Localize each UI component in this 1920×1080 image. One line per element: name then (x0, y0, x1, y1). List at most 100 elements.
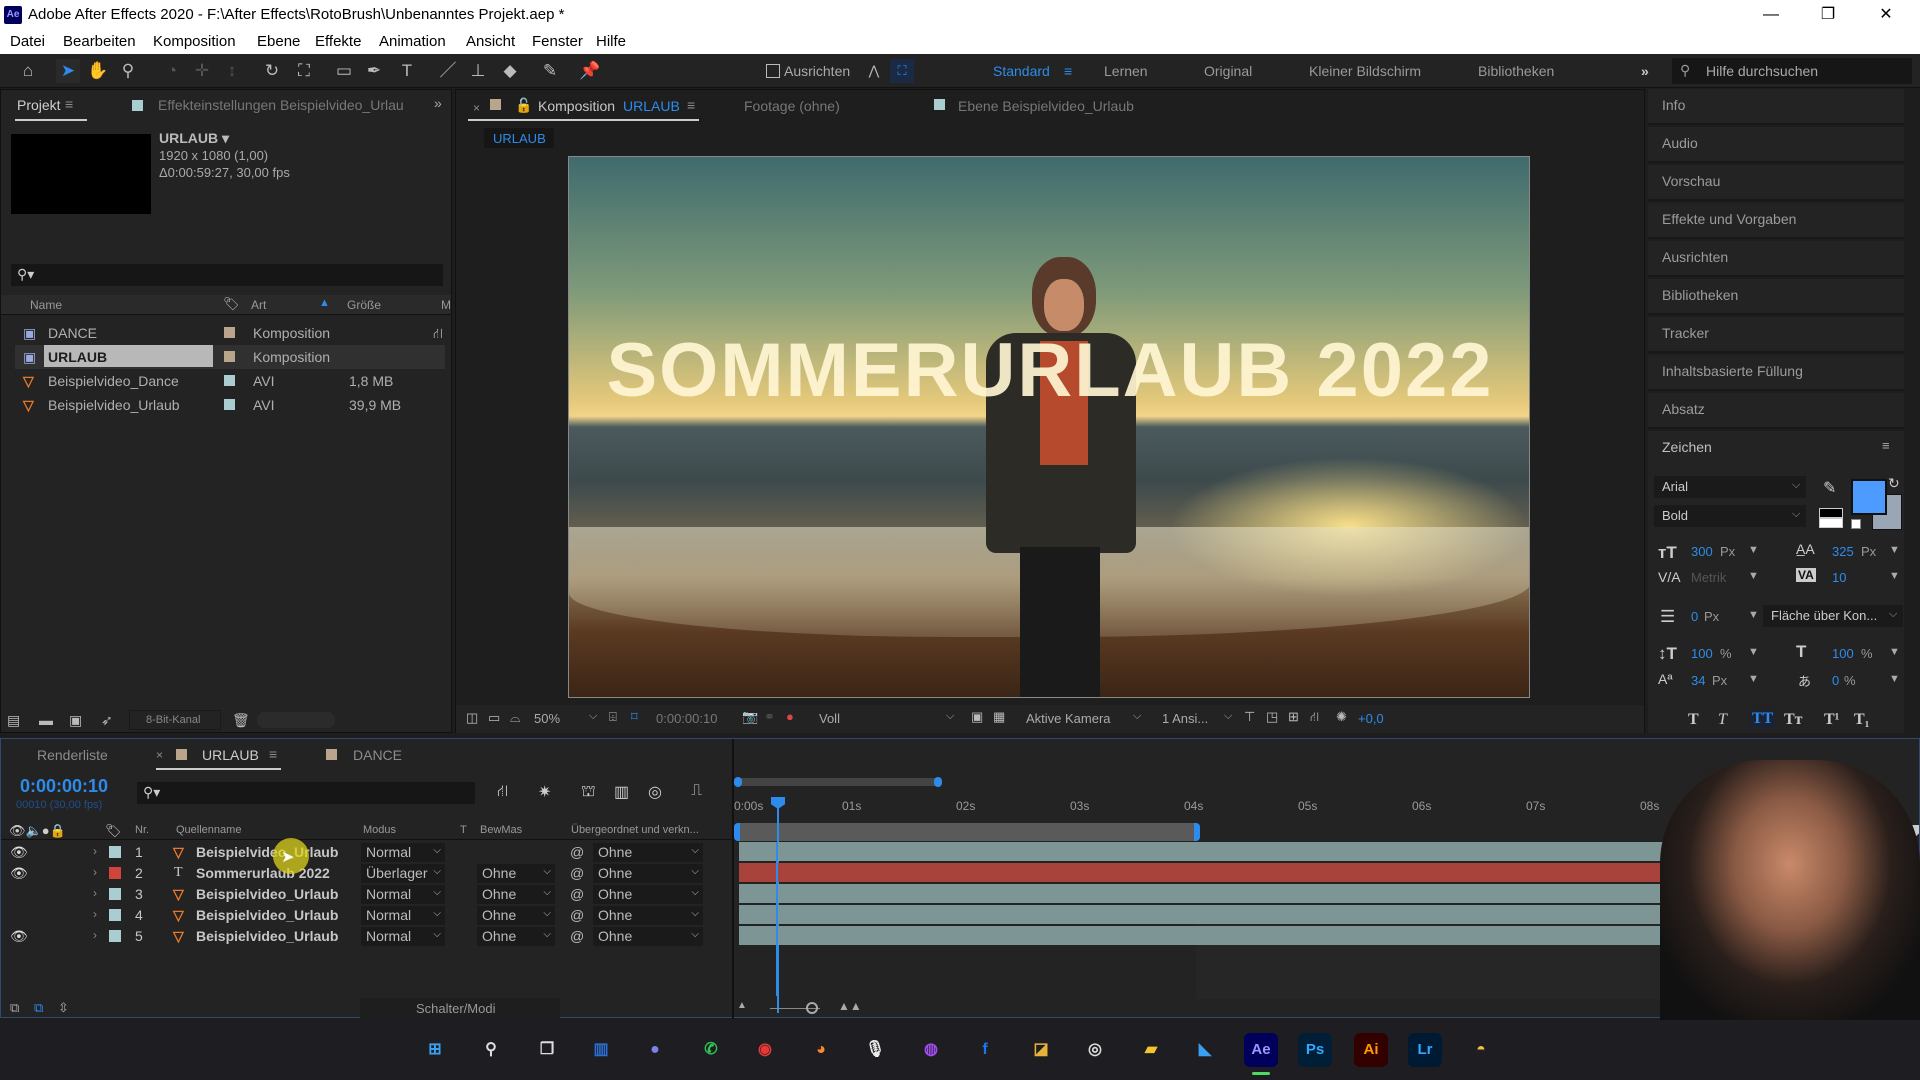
motion-blur-icon[interactable]: ◎ (648, 782, 662, 802)
playhead-handle[interactable] (771, 797, 785, 809)
illustrator-taskbar-icon[interactable]: Ai (1354, 1033, 1388, 1067)
panel-bibliotheken[interactable]: Bibliotheken (1648, 279, 1904, 315)
column-name[interactable]: Name (30, 298, 62, 312)
expand-chevron-icon[interactable]: › (93, 907, 97, 921)
label-swatch[interactable] (224, 327, 235, 338)
layer-label-swatch[interactable] (109, 909, 121, 921)
layer-label-swatch[interactable] (109, 930, 121, 942)
frame-blending-icon[interactable]: ▥ (614, 782, 629, 802)
search-icon[interactable]: ⚲ (474, 1033, 508, 1067)
align-checkbox[interactable] (766, 64, 780, 78)
flowchart-icon[interactable]: ⛙ (1310, 709, 1319, 727)
panel-effekte-und-vorgaben[interactable]: Effekte und Vorgaben (1648, 203, 1904, 239)
teams-chat-icon[interactable]: ● (638, 1033, 672, 1067)
panel-menu-icon[interactable]: ≡ (687, 97, 695, 113)
workspace-lernen[interactable]: Lernen (1104, 63, 1148, 79)
trash-icon[interactable]: 🗑 (232, 712, 250, 729)
visibility-eye-icon[interactable]: 👁 (10, 844, 28, 861)
faux-italic-icon[interactable]: T (1718, 711, 1727, 729)
project-item-dance[interactable]: ▣ DANCE Komposition ⛙ (15, 321, 445, 345)
stroke-width-value[interactable]: 0 (1691, 609, 1698, 624)
tab-comp-name[interactable]: URLAUB (623, 98, 680, 114)
layer-name[interactable]: Beispielvideo_Urlaub (196, 886, 338, 902)
render-queue-icon[interactable]: ➶ (101, 712, 113, 729)
microphone-icon[interactable]: 🎙 (858, 1033, 892, 1067)
roto-brush-tool-icon[interactable]: ✎ (538, 59, 562, 83)
home-icon[interactable]: ⌂ (16, 59, 40, 83)
layer-mode-select[interactable]: Normal ⌵ (361, 906, 445, 925)
leading-value[interactable]: 325 (1832, 544, 1854, 559)
visibility-eye-icon[interactable]: 👁 (10, 928, 28, 945)
pen-tool-icon[interactable]: ✒ (362, 59, 386, 83)
selection-tool-icon[interactable]: ➤ (56, 59, 80, 83)
layer-switches-icon[interactable]: ⧉ (10, 1000, 19, 1016)
parent-pickwhip-icon[interactable]: @ (570, 886, 584, 902)
tab-dance[interactable]: DANCE (353, 747, 402, 763)
menu-komposition[interactable]: Komposition (153, 33, 236, 50)
minimize-button[interactable]: — (1743, 0, 1799, 30)
overlay-title-text[interactable]: SOMMERURLAUB 2022 (569, 327, 1529, 414)
horizontal-scale-value[interactable]: 100 (1832, 646, 1854, 661)
timeline-current-time[interactable]: 0:00:00:10 (20, 776, 108, 797)
timeline-zoom-handle[interactable] (806, 1002, 818, 1014)
panel-overflow-icon[interactable]: » (434, 95, 442, 111)
panel-info[interactable]: Info (1648, 89, 1904, 125)
tracking-dropdown-icon[interactable]: ▼ (1889, 570, 1900, 582)
vertical-scale-value[interactable]: 100 (1691, 646, 1713, 661)
brush-tool-icon[interactable]: ／ (436, 59, 460, 83)
faux-bold-icon[interactable]: T (1688, 711, 1699, 729)
layer-mode-select[interactable]: Normal ⌵ (361, 927, 445, 946)
file-explorer-icon[interactable]: ▰ (1134, 1033, 1168, 1067)
toggle-grid-icon[interactable]: ▦ (993, 709, 1005, 725)
swap-colors-icon[interactable]: ↻ (1888, 475, 1900, 492)
layer-parent-select[interactable]: Ohne ⌵ (593, 843, 703, 862)
snapshot-camera-icon[interactable]: 📷 (742, 709, 758, 725)
panel-inhaltsbasierte-fuellung[interactable]: Inhaltsbasierte Füllung (1648, 355, 1904, 391)
layer-trkmat-select[interactable]: Ohne ⌵ (477, 864, 555, 883)
graph-editor-icon[interactable]: ⎍ (691, 782, 702, 800)
menu-hilfe[interactable]: Hilfe (596, 33, 626, 50)
menu-datei[interactable]: Datei (10, 33, 45, 50)
in-out-panes-icon[interactable]: ⇳ (58, 1000, 69, 1016)
misc-app-icon[interactable]: ◓ (1464, 1033, 1498, 1067)
layer-mode-select[interactable]: Überlager ⌵ (361, 864, 445, 883)
panel-audio[interactable]: Audio (1648, 127, 1904, 163)
subscript-icon[interactable]: T₁ (1854, 711, 1869, 729)
camera-select[interactable]: Aktive Kamera (1026, 711, 1111, 726)
zoom-out-icon[interactable]: ▲ (737, 1000, 747, 1011)
rectangle-tool-icon[interactable]: ▭ (332, 59, 356, 83)
after-effects-taskbar-icon[interactable]: Ae (1244, 1033, 1278, 1067)
new-composition-icon[interactable]: ▣ (69, 712, 82, 729)
parent-pickwhip-icon[interactable]: @ (570, 907, 584, 923)
messenger-icon[interactable]: ◍ (914, 1033, 948, 1067)
snap-features-icon[interactable]: ⛶ (890, 59, 914, 83)
baseline-shift-dropdown-icon[interactable]: ▼ (1748, 673, 1759, 685)
hand-tool-icon[interactable]: ✋ (86, 59, 110, 83)
composition-canvas[interactable]: SOMMERURLAUB 2022 (568, 156, 1530, 698)
layer-name[interactable]: Beispielvideo_Urlaub (196, 844, 338, 860)
orbit-camera-icon[interactable]: ◔ (160, 59, 184, 83)
screenshot-tool-icon[interactable]: ◉ (748, 1033, 782, 1067)
parent-pickwhip-icon[interactable]: @ (570, 928, 584, 944)
visibility-eye-icon[interactable]: 👁 (10, 865, 28, 882)
expand-chevron-icon[interactable]: › (93, 886, 97, 900)
project-search-input[interactable]: ⚲▾ (11, 264, 443, 286)
close-tab-icon[interactable]: × (156, 748, 163, 762)
puppet-pin-tool-icon[interactable]: 📌 (578, 59, 602, 83)
exposure-value[interactable]: +0,0 (1358, 711, 1384, 726)
parent-pickwhip-icon[interactable]: @ (570, 865, 584, 881)
label-swatch[interactable] (224, 375, 235, 386)
eyedropper-icon[interactable]: ✎ (1823, 478, 1836, 498)
views-select[interactable]: 1 Ansi... (1162, 711, 1208, 726)
layer-trkmat-select[interactable]: Ohne ⌵ (477, 927, 555, 946)
layer-parent-select[interactable]: Ohne ⌵ (593, 864, 703, 883)
monitor-icon[interactable]: ▭ (488, 710, 500, 726)
anchor-point-tool-icon[interactable]: ⛶ (292, 59, 316, 83)
lightroom-taskbar-icon[interactable]: Lr (1408, 1033, 1442, 1067)
font-size-value[interactable]: 300 (1691, 544, 1713, 559)
reset-exposure-icon[interactable]: ⊤ (1244, 709, 1255, 725)
font-size-dropdown-icon[interactable]: ▼ (1748, 544, 1759, 556)
kerning-dropdown-icon[interactable]: ▼ (1748, 570, 1759, 582)
whatsapp-icon[interactable]: ✆ (694, 1033, 728, 1067)
tsume-value[interactable]: 0 (1832, 673, 1839, 688)
